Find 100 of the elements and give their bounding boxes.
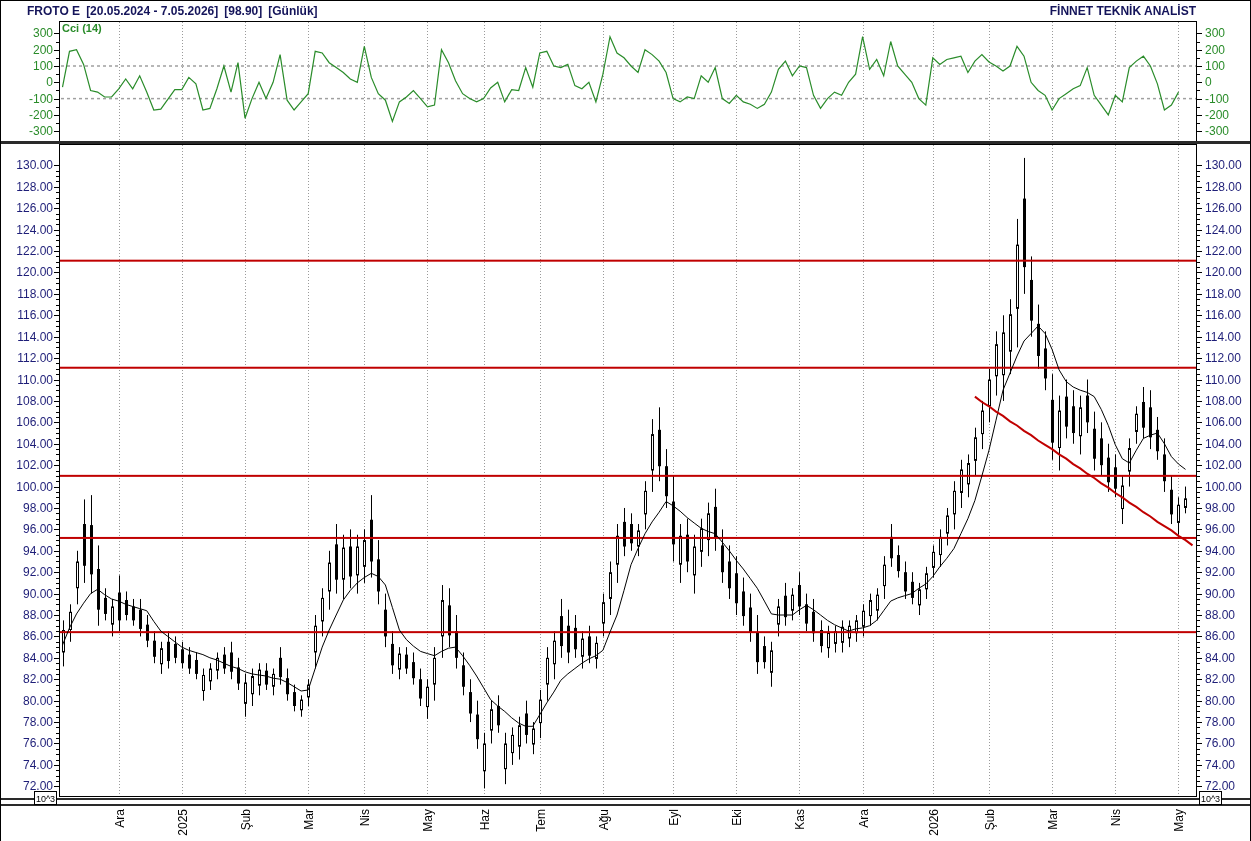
y-tick-label: 94.00	[1205, 543, 1236, 558]
price-bar	[1149, 390, 1152, 450]
price-bar	[1037, 304, 1040, 369]
y-tick-label: 200	[32, 42, 53, 57]
price-bar	[518, 716, 521, 760]
y-tick-label: 128.00	[16, 179, 53, 194]
price-bar	[405, 647, 408, 674]
price-bar	[1184, 486, 1187, 514]
y-tick-label: 106.00	[1205, 415, 1242, 430]
price-bar	[623, 507, 626, 557]
price-bar	[146, 615, 149, 648]
price-bar	[195, 652, 198, 680]
x-tick-label: Tem	[533, 809, 548, 832]
y-tick-label: 84.00	[1205, 650, 1236, 665]
y-tick-label: 118.00	[17, 286, 53, 301]
scale-factor-label: 10^3	[1199, 791, 1222, 805]
y-tick-label: 122.00	[16, 244, 53, 259]
y-tick-label: 120.00	[16, 265, 53, 280]
price-bar	[412, 652, 415, 685]
y-tick-label: 130.00	[16, 158, 53, 173]
price-bar	[700, 518, 703, 567]
price-bar	[756, 615, 759, 674]
price-bar	[363, 529, 366, 583]
price-bar	[707, 502, 710, 557]
y-tick-label: 82.00	[22, 672, 53, 687]
price-bar	[932, 545, 935, 578]
price-bar	[609, 561, 612, 615]
y-tick-label: 300	[1205, 26, 1226, 41]
price-bar	[1086, 379, 1089, 434]
price-bar	[398, 647, 401, 680]
price-bar	[1100, 422, 1103, 476]
y-tick-label: 92.00	[1205, 565, 1236, 580]
y-tick-label: 114.00	[1205, 329, 1241, 344]
price-bar	[890, 524, 893, 567]
price-bar	[202, 668, 205, 701]
price-bar	[342, 534, 345, 599]
y-tick-label: 104.00	[1205, 436, 1242, 451]
y-tick-label: 86.00	[1205, 629, 1236, 644]
y-tick-label: 100	[1205, 59, 1226, 73]
price-bar	[911, 572, 914, 605]
price-bar	[244, 673, 247, 717]
price-bar	[525, 700, 528, 744]
y-tick-label: -200	[28, 107, 53, 122]
price-bar	[791, 588, 794, 621]
y-tick-label: 100	[32, 59, 53, 73]
y-tick-label: 96.00	[22, 522, 53, 537]
price-bar	[426, 679, 429, 719]
price-bar	[139, 598, 142, 637]
price-bar	[953, 481, 956, 530]
price-bar	[1121, 475, 1124, 524]
price-bar	[209, 663, 212, 690]
price-bar	[686, 518, 689, 573]
y-tick-label: 0	[1205, 75, 1212, 90]
x-tick-label: Eki	[729, 809, 744, 826]
x-tick-label: Ağu	[596, 809, 611, 831]
price-bar	[335, 524, 338, 594]
y-tick-label: -300	[28, 124, 53, 139]
price-bar	[483, 732, 486, 789]
price-bar	[504, 732, 507, 785]
y-tick-label: 72.00	[22, 779, 53, 794]
y-tick-label: 94.00	[22, 543, 53, 558]
price-bar	[377, 540, 380, 605]
x-tick-label: Şub	[982, 809, 997, 831]
y-tick-label: 82.00	[1205, 672, 1236, 687]
x-tick-label: Mar	[1045, 809, 1060, 830]
y-tick-label: 90.00	[1205, 586, 1236, 601]
price-bar	[812, 598, 815, 642]
price-bar	[770, 641, 773, 687]
y-tick-label: -100	[28, 91, 53, 106]
price-bar	[300, 695, 303, 717]
price-bar	[918, 582, 921, 615]
y-tick-label: 72.00	[1205, 779, 1236, 794]
price-bar	[328, 550, 331, 610]
y-tick-label: 130.00	[1205, 158, 1242, 173]
price-bar	[644, 481, 647, 530]
price-bar	[349, 529, 352, 589]
price-bar	[616, 524, 619, 583]
y-tick-label: 86.00	[22, 629, 53, 644]
price-bar	[1093, 411, 1096, 471]
price-bar	[153, 631, 156, 664]
price-bar	[272, 668, 275, 696]
y-tick-label: 126.00	[16, 201, 53, 216]
y-tick-label: -300	[1205, 124, 1230, 139]
scale-factor-label: 10^3	[34, 791, 57, 805]
y-tick-label: 100.00	[1205, 479, 1242, 494]
y-tick-label: 118.00	[1205, 286, 1241, 301]
price-bar	[925, 566, 928, 599]
price-bar	[174, 636, 177, 664]
price-bar	[251, 668, 254, 706]
y-tick-label: 112.00	[17, 351, 53, 366]
price-bar	[904, 561, 907, 599]
price-bar	[714, 488, 717, 551]
y-tick-label: 120.00	[1205, 265, 1242, 280]
price-bar	[1177, 497, 1180, 535]
price-bar	[693, 534, 696, 594]
price-bar	[946, 507, 949, 546]
price-bar	[132, 598, 135, 626]
y-tick-label: 102.00	[16, 458, 53, 473]
y-tick-label: 78.00	[22, 715, 53, 730]
x-tick-label: May	[1171, 809, 1186, 832]
